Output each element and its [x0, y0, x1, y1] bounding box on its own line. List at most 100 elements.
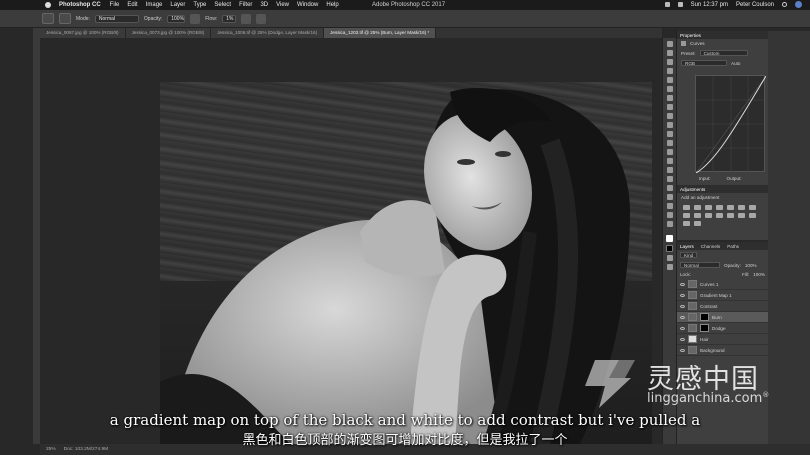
quick-mask-icon[interactable] [666, 255, 673, 261]
eye-icon[interactable] [680, 282, 685, 286]
tab-properties[interactable]: Properties [680, 33, 701, 38]
eyedropper-tool-icon[interactable] [666, 86, 673, 92]
channel-select[interactable]: RGB [681, 60, 727, 66]
spotlight-search-icon[interactable] [782, 2, 787, 7]
blur-tool-icon[interactable] [666, 149, 673, 155]
eraser-tool-icon[interactable] [666, 131, 673, 137]
apple-menu-icon[interactable] [45, 2, 51, 8]
clone-stamp-tool-icon[interactable] [666, 113, 673, 119]
tab-paths[interactable]: Paths [727, 244, 739, 249]
exposure-icon[interactable] [716, 205, 723, 210]
opacity-field[interactable]: 100% [167, 14, 186, 23]
curves-graph[interactable] [695, 75, 767, 174]
pressure-size-icon[interactable] [256, 13, 267, 24]
layer-row[interactable]: Curves 1 [677, 279, 768, 290]
healing-brush-tool-icon[interactable] [666, 95, 673, 101]
crop-tool-icon[interactable] [666, 77, 673, 83]
layer-row[interactable]: Contrast [677, 301, 768, 312]
type-tool-icon[interactable] [666, 176, 673, 182]
gradient-tool-icon[interactable] [666, 140, 673, 146]
photo-filter-icon[interactable] [694, 213, 701, 218]
more-tools-icon[interactable] [666, 221, 673, 227]
hue-saturation-icon[interactable] [738, 205, 745, 210]
quick-select-tool-icon[interactable] [666, 68, 673, 74]
background-color-swatch[interactable] [666, 245, 673, 252]
brush-tool-preset-icon[interactable] [42, 13, 54, 24]
layer-row[interactable]: Gradient Map 1 [677, 290, 768, 301]
canvas-area[interactable] [40, 38, 662, 444]
levels-icon[interactable] [694, 205, 701, 210]
lasso-tool-icon[interactable] [666, 59, 673, 65]
posterize-icon[interactable] [738, 213, 745, 218]
airbrush-icon[interactable] [241, 13, 252, 24]
hand-tool-icon[interactable] [666, 203, 673, 209]
zoom-tool-icon[interactable] [666, 212, 673, 218]
menu-window[interactable]: Window [297, 2, 318, 8]
brush-tool-icon[interactable] [666, 104, 673, 110]
color-lookup-icon[interactable] [716, 213, 723, 218]
history-brush-tool-icon[interactable] [666, 122, 673, 128]
eye-icon[interactable] [680, 315, 685, 319]
vibrance-icon[interactable] [727, 205, 734, 210]
curves-adjustment-icon[interactable] [705, 205, 712, 210]
threshold-icon[interactable] [749, 213, 756, 218]
mode-select[interactable]: Normal [94, 14, 139, 23]
marquee-tool-icon[interactable] [666, 50, 673, 56]
tab-layers[interactable]: Layers [680, 244, 694, 249]
menu-file[interactable]: File [110, 2, 120, 8]
wifi-icon[interactable] [664, 2, 670, 7]
menu-view[interactable]: View [276, 2, 289, 8]
color-balance-icon[interactable] [749, 205, 756, 210]
menu-3d[interactable]: 3D [260, 2, 268, 8]
kind-filter-select[interactable]: Kind [680, 252, 698, 258]
eye-icon[interactable] [680, 326, 685, 330]
pressure-opacity-icon[interactable] [190, 13, 201, 24]
selective-color-icon[interactable] [694, 221, 701, 226]
layer-mask-thumbnail[interactable] [700, 324, 709, 332]
app-menu-photoshop[interactable]: Photoshop CC [59, 2, 101, 8]
layer-row[interactable]: Hair [677, 334, 768, 345]
user-name[interactable]: Peter Coulson [736, 2, 774, 8]
brightness-contrast-icon[interactable] [683, 205, 690, 210]
doc-tab[interactable]: Jessica_0073.jpg @ 100% (RGB/8) [125, 28, 212, 38]
preset-select[interactable]: Custom [699, 50, 748, 56]
black-white-icon[interactable] [683, 213, 690, 218]
foreground-color-swatch[interactable] [666, 235, 673, 242]
brush-settings-icon[interactable] [59, 13, 71, 24]
menu-select[interactable]: Select [214, 2, 231, 8]
dodge-tool-icon[interactable] [666, 158, 673, 164]
tab-channels[interactable]: Channels [701, 244, 720, 249]
layer-mask-thumbnail[interactable] [700, 313, 709, 321]
menu-help[interactable]: Help [326, 2, 338, 8]
eye-icon[interactable] [680, 337, 685, 341]
eye-icon[interactable] [680, 304, 685, 308]
siri-icon[interactable] [795, 1, 802, 8]
curve-line[interactable] [695, 75, 767, 174]
blend-mode-select[interactable]: Normal [680, 262, 720, 268]
path-select-tool-icon[interactable] [666, 185, 673, 191]
shape-tool-icon[interactable] [666, 194, 673, 200]
doc-tab[interactable]: Jessica_0067.jpg @ 100% (RGB/8) [40, 28, 126, 38]
layer-row[interactable]: Dodge [677, 323, 768, 334]
doc-tab-active[interactable]: Jessica_1203.tif @ 25% (Burn, Layer Mask… [324, 28, 437, 38]
clock[interactable]: Sun 12:37 pm [691, 2, 728, 8]
auto-button[interactable]: Auto [731, 61, 740, 66]
pen-tool-icon[interactable] [666, 167, 673, 173]
fill-field[interactable]: 100% [753, 272, 765, 277]
layer-row-selected[interactable]: Burn [677, 312, 768, 323]
invert-icon[interactable] [727, 213, 734, 218]
gradient-map-icon[interactable] [683, 221, 690, 226]
flow-field[interactable]: 1% [222, 14, 237, 23]
eye-icon[interactable] [680, 293, 685, 297]
menu-image[interactable]: Image [146, 2, 163, 8]
tab-adjustments[interactable]: Adjustments [680, 187, 705, 192]
channel-mixer-icon[interactable] [705, 213, 712, 218]
screen-mode-icon[interactable] [666, 264, 673, 270]
doc-tab[interactable]: Jessica_1006.tif @ 25% (Dodge, Layer Mas… [211, 28, 325, 38]
menu-filter[interactable]: Filter [239, 2, 252, 8]
menu-type[interactable]: Type [193, 2, 206, 8]
battery-icon[interactable] [677, 2, 683, 7]
layer-opacity-field[interactable]: 100% [745, 263, 757, 268]
menu-edit[interactable]: Edit [127, 2, 137, 8]
move-tool-icon[interactable] [666, 41, 673, 47]
